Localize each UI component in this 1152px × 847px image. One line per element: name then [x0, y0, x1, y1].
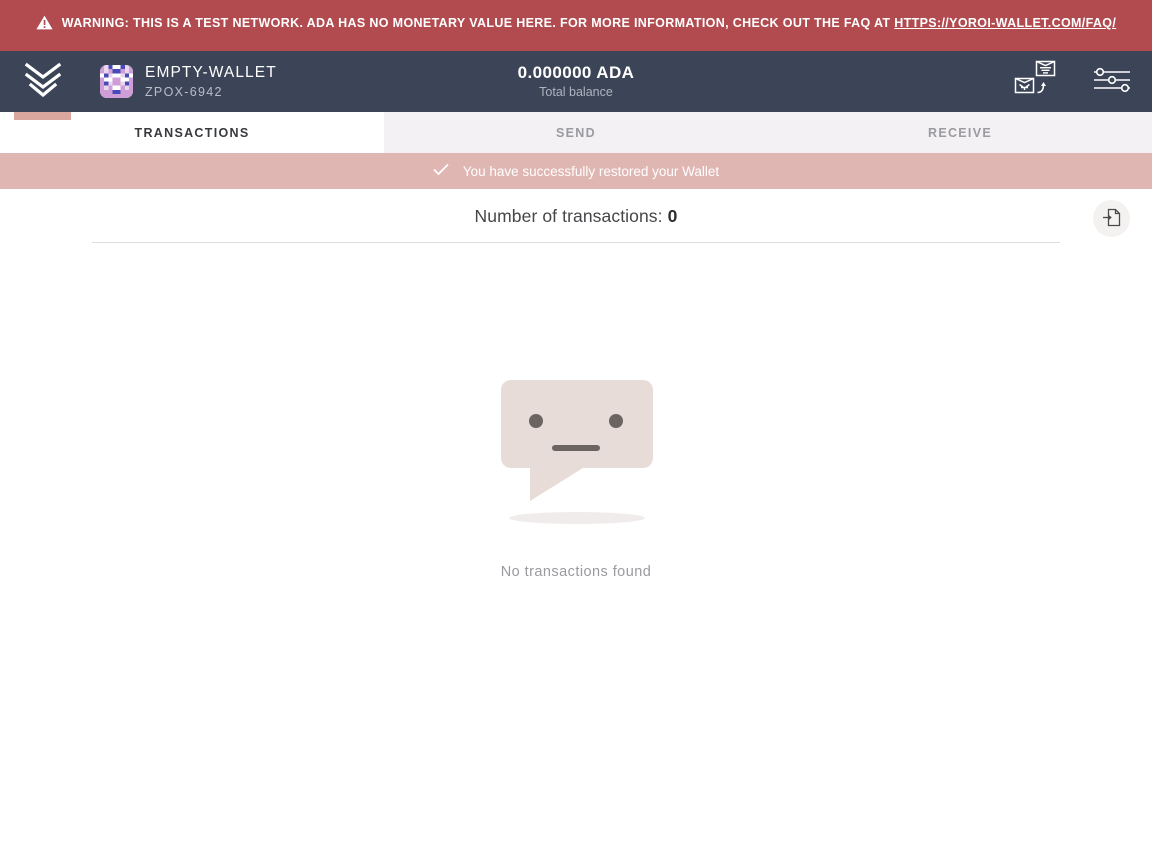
tab-receive[interactable]: RECEIVE	[768, 112, 1152, 153]
warning-text: WARNING: THIS IS A TEST NETWORK. ADA HAS…	[61, 16, 895, 30]
transaction-count-value: 0	[667, 206, 678, 226]
faq-link[interactable]: HTTPS://YOROI-WALLET.COM/FAQ/	[894, 16, 1116, 30]
yoroi-logo-button[interactable]	[0, 51, 85, 112]
switch-wallet-icon	[1012, 59, 1058, 104]
yoroi-chevron-logo-icon	[22, 59, 64, 104]
export-transactions-icon	[1101, 207, 1122, 231]
restore-success-notification: You have successfully restored your Wall…	[0, 153, 1152, 189]
check-icon	[433, 163, 449, 179]
total-balance-label: Total balance	[539, 84, 613, 99]
no-transactions-empty-state: No transactions found	[0, 372, 1152, 580]
transaction-count-label: Number of transactions:	[474, 206, 663, 226]
transactions-header: Number of transactions: 0	[92, 189, 1060, 243]
wallet-name: EMPTY-WALLET	[145, 63, 277, 81]
header-divider	[92, 242, 1060, 243]
switch-wallet-button[interactable]	[1012, 59, 1058, 104]
wallet-tab-bar: TRANSACTIONS SEND RECEIVE	[0, 112, 1152, 153]
tab-send[interactable]: SEND	[384, 112, 768, 153]
top-navigation-bar: EMPTY-WALLET ZPOX-6942 0.000000 ADA Tota…	[0, 51, 1152, 120]
test-network-warning-banner: WARNING: THIS IS A TEST NETWORK. ADA HAS…	[0, 0, 1152, 51]
warning-triangle-icon	[36, 15, 53, 37]
no-transactions-message: No transactions found	[500, 564, 652, 580]
notification-message: You have successfully restored your Wall…	[462, 163, 720, 179]
wallet-plate-id: ZPOX-6942	[145, 84, 223, 99]
settings-sliders-icon	[1092, 66, 1132, 97]
transaction-count: Number of transactions: 0	[92, 206, 1060, 227]
no-transactions-face-bubble-illustration	[489, 372, 664, 537]
settings-button[interactable]	[1092, 66, 1132, 97]
wallet-identicon-avatar	[100, 65, 133, 98]
active-nav-indicator	[14, 112, 71, 120]
transactions-panel: Number of transactions: 0 No transaction…	[0, 189, 1152, 847]
current-wallet-summary[interactable]: EMPTY-WALLET ZPOX-6942	[100, 64, 277, 100]
total-balance-amount: 0.000000 ADA	[517, 62, 635, 82]
export-transactions-button[interactable]	[1093, 200, 1130, 237]
